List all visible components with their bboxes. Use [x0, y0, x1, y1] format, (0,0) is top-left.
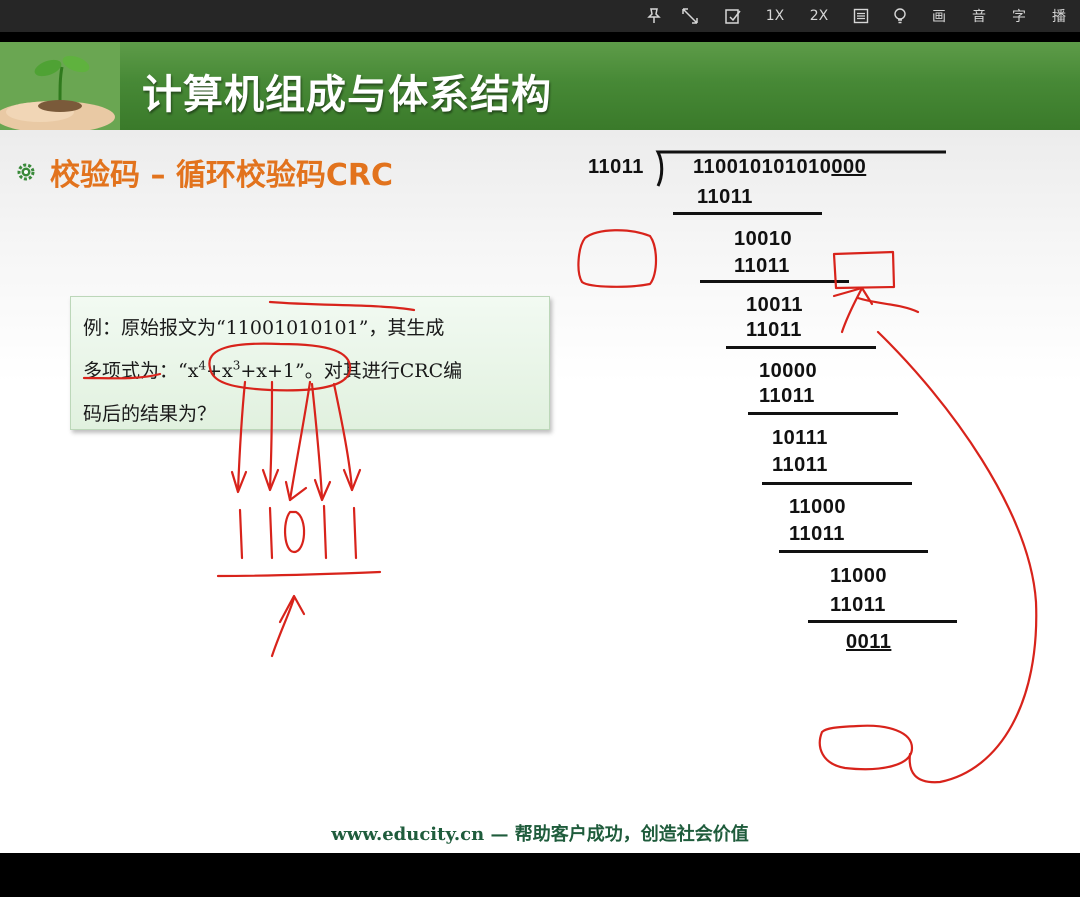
slide: 计算机组成与体系结构 校验码 – 循环校验码CRC 例：原始报文为“110010…: [0, 42, 1080, 853]
play-button[interactable]: 播: [1048, 0, 1070, 32]
slide-banner: 计算机组成与体系结构: [0, 42, 1080, 130]
division-step: 10111: [772, 427, 828, 449]
division-step: 10011: [746, 294, 804, 316]
division-step: 11011: [759, 385, 815, 407]
division-step: 10000: [759, 360, 818, 382]
seedling-hands-logo: [0, 42, 120, 130]
slide-title: 计算机组成与体系结构: [142, 72, 552, 118]
division-step: 11011: [697, 186, 753, 208]
division-step: 10010: [734, 228, 793, 250]
division-step: 11011: [830, 594, 886, 616]
division-line: [726, 346, 876, 349]
division-line: [762, 482, 912, 485]
fullscreen-icon[interactable]: [679, 0, 701, 32]
divisor: 11011: [588, 156, 644, 178]
subtitle-button[interactable]: 字: [1008, 0, 1030, 32]
footer-url: www.educity.cn: [331, 824, 485, 845]
speed-1x-button[interactable]: 1X: [761, 0, 789, 32]
division-step: 11011: [746, 319, 802, 341]
division-step: 11011: [789, 523, 845, 545]
division-line: [779, 550, 928, 553]
audio-button[interactable]: 音: [968, 0, 990, 32]
note-icon[interactable]: [722, 0, 744, 32]
footer-dash: —: [490, 824, 509, 845]
division-step: 11011: [734, 255, 790, 277]
crc-remainder: 0011: [846, 631, 892, 653]
bulb-icon[interactable]: [889, 0, 911, 32]
pin-icon[interactable]: [643, 0, 665, 32]
division-line: [808, 620, 957, 623]
division-step: 11000: [789, 496, 847, 518]
division-step: 11011: [772, 454, 828, 476]
dividend-message: 110010101010: [693, 156, 832, 178]
list-icon[interactable]: [850, 0, 872, 32]
player-toolbar: 1X 2X 画 音 字 播: [0, 0, 1080, 32]
division-step: 11000: [830, 565, 888, 587]
dividend-padding: 000: [831, 156, 867, 178]
division-line: [673, 212, 822, 215]
division-line: [748, 412, 898, 415]
picture-button[interactable]: 画: [928, 0, 950, 32]
speed-2x-button[interactable]: 2X: [805, 0, 833, 32]
slide-footer: www.educity.cn — 帮助客户成功，创造社会价值: [0, 820, 1080, 846]
footer-slogan: 帮助客户成功，创造社会价值: [514, 824, 749, 845]
dividend: 110010101010000: [693, 156, 866, 179]
slide-body: 校验码 – 循环校验码CRC 例：原始报文为“11001010101”，其生成 …: [0, 130, 1080, 853]
crc-long-division: 11011 110010101010000 11011 10010 11011 …: [0, 130, 1080, 853]
division-line: [700, 280, 849, 283]
